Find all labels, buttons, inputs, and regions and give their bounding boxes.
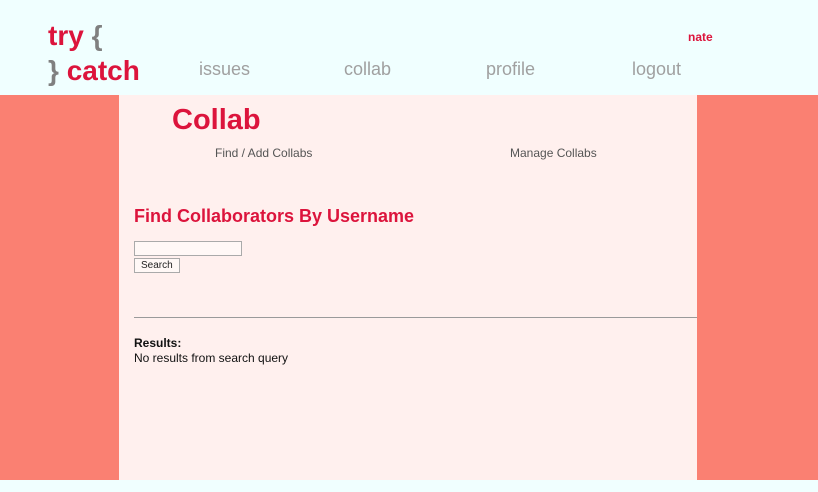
page-title: Collab — [172, 104, 261, 136]
main-content: Collab Find / Add Collabs Manage Collabs… — [119, 95, 697, 480]
logo-try: try — [48, 20, 84, 51]
logo-brace-open: { — [91, 20, 103, 51]
logo-catch: catch — [66, 55, 140, 86]
username-link[interactable]: nate — [688, 30, 713, 44]
logo-brace-close: } — [48, 55, 59, 86]
results-message: No results from search query — [134, 351, 289, 365]
header: try { } catch issues collab profile logo… — [0, 0, 818, 95]
search-button[interactable]: Search — [134, 258, 180, 273]
nav-profile[interactable]: profile — [486, 59, 535, 80]
subnav-manage-collabs[interactable]: Manage Collabs — [510, 146, 597, 160]
subnav-find-add-collabs[interactable]: Find / Add Collabs — [215, 146, 312, 160]
nav-collab[interactable]: collab — [344, 59, 391, 80]
results-label: Results: — [134, 336, 182, 350]
username-search-input[interactable] — [134, 241, 242, 256]
nav-logout[interactable]: logout — [632, 59, 681, 80]
nav-issues[interactable]: issues — [199, 59, 250, 80]
section-title: Find Collaborators By Username — [134, 206, 415, 226]
divider — [134, 317, 697, 318]
bottom-strip — [0, 480, 818, 492]
logo[interactable]: try { } catch — [48, 18, 140, 88]
